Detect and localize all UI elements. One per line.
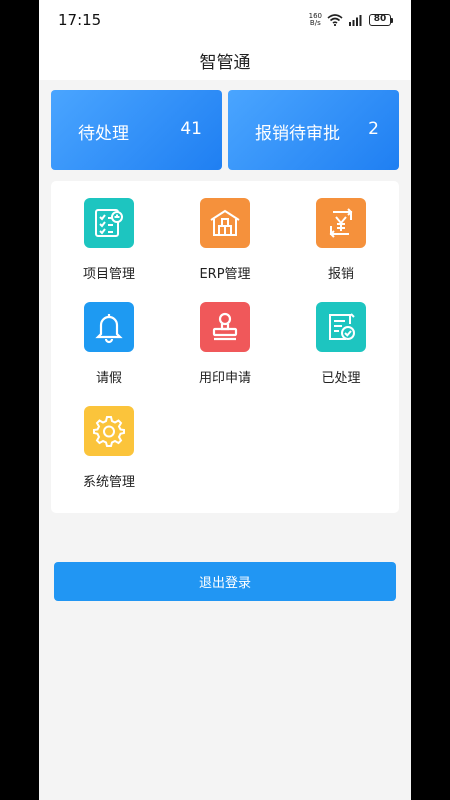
- stamp-icon: [200, 302, 250, 352]
- menu-item-system[interactable]: 系统管理: [51, 389, 167, 493]
- menu-item-label: 请假: [95, 371, 122, 386]
- warehouse-icon: [200, 198, 250, 248]
- menu-item-label: 用印申请: [198, 371, 251, 386]
- page-title: 智管通: [199, 53, 251, 73]
- title-bar: 智管通: [39, 40, 411, 80]
- battery-icon: 80: [369, 14, 393, 26]
- function-grid: 项目管理 ERP管理 报销 请假 用印申请 已处理 系统管理: [51, 181, 399, 513]
- pending-count: 41: [180, 119, 202, 139]
- net-speed-unit: B/s: [309, 19, 321, 27]
- menu-item-label: ERP管理: [199, 267, 251, 282]
- battery-tip: [391, 17, 393, 23]
- menu-item-label: 系统管理: [82, 475, 135, 490]
- reimburse-yuan-icon: [316, 198, 366, 248]
- menu-item-label: 已处理: [321, 371, 361, 386]
- signal-icon: [349, 15, 362, 26]
- menu-item-label: 报销: [327, 267, 354, 282]
- status-bar: 17:15 160 B/s 80: [39, 0, 411, 40]
- status-time: 17:15: [58, 11, 102, 29]
- menu-item-reimburse[interactable]: 报销: [283, 181, 399, 285]
- reimburse-approval-card[interactable]: 报销待审批 2: [228, 90, 399, 170]
- app-screen: 17:15 160 B/s 80 智管通 待处理 41 报销待审批 2 项目管理…: [39, 0, 411, 800]
- logout-button[interactable]: 退出登录: [54, 562, 396, 601]
- reimburse-approval-label: 报销待审批: [255, 124, 340, 144]
- menu-item-processed[interactable]: 已处理: [283, 285, 399, 389]
- menu-item-label: 项目管理: [82, 267, 135, 282]
- gear-icon: [84, 406, 134, 456]
- reimburse-approval-count: 2: [368, 119, 379, 139]
- processed-doc-icon: [316, 302, 366, 352]
- status-indicators: 160 B/s 80: [309, 12, 393, 28]
- net-speed: 160 B/s: [309, 13, 322, 27]
- menu-item-project[interactable]: 项目管理: [51, 181, 167, 285]
- pending-card[interactable]: 待处理 41: [51, 90, 222, 170]
- menu-item-seal-request[interactable]: 用印申请: [167, 285, 283, 389]
- bell-icon: [84, 302, 134, 352]
- wifi-icon: [327, 14, 343, 26]
- battery-level: 80: [369, 14, 391, 26]
- menu-item-leave[interactable]: 请假: [51, 285, 167, 389]
- menu-item-erp[interactable]: ERP管理: [167, 181, 283, 285]
- project-checklist-icon: [84, 198, 134, 248]
- pending-label: 待处理: [78, 124, 129, 144]
